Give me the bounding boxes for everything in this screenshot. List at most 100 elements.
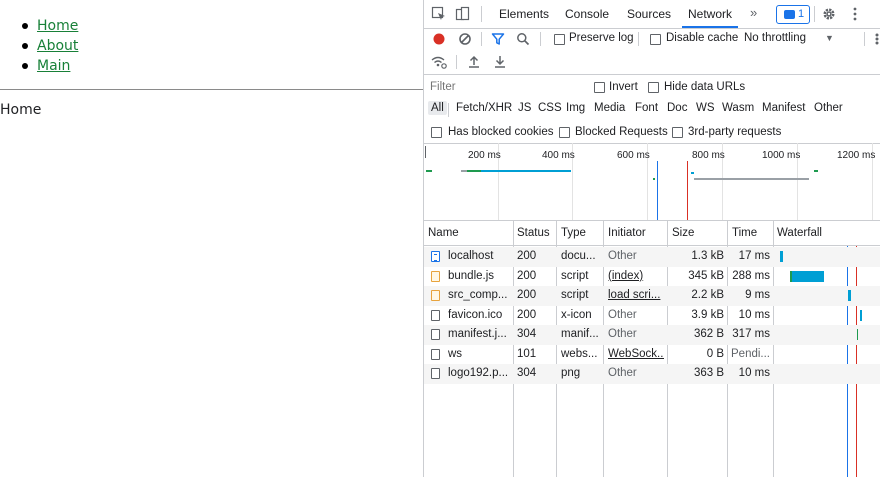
dom-content-loaded-line — [657, 161, 658, 220]
overview-bar — [814, 170, 818, 172]
type-filter-wasm[interactable]: Wasm — [722, 102, 754, 114]
nav-item-home: Home — [21, 16, 78, 36]
import-har-icon[interactable] — [468, 55, 480, 68]
search-icon[interactable] — [516, 32, 530, 46]
request-row[interactable]: src_comp... 200 script load scri... 2.2 kB 9 … — [424, 286, 880, 306]
nav-link-about[interactable]: About — [37, 38, 78, 54]
toolbar-separator-3 — [638, 32, 639, 46]
type-filter-ws[interactable]: WS — [696, 102, 715, 114]
request-row[interactable]: localhost 200 docu... Other 1.3 kB 17 ms — [424, 247, 880, 267]
request-initiator[interactable]: load scri... — [608, 289, 664, 301]
overview-bar — [467, 170, 481, 172]
request-row[interactable]: bundle.js 200 script (index) 345 kB 288 ms — [424, 267, 880, 287]
column-header-time[interactable]: Time — [732, 221, 757, 245]
blocked-cookies-checkbox[interactable] — [431, 127, 442, 138]
device-toolbar-icon[interactable] — [455, 6, 471, 22]
request-status: 304 — [517, 367, 537, 379]
file-icon — [431, 329, 440, 340]
type-separator — [448, 103, 449, 117]
issues-badge[interactable]: 1 — [776, 5, 810, 24]
wifi-settings-icon[interactable] — [431, 55, 447, 69]
throttling-select[interactable]: No throttling — [744, 32, 806, 44]
filter-funnel-icon[interactable] — [491, 32, 505, 46]
divider — [0, 89, 423, 90]
clear-icon[interactable] — [458, 32, 472, 46]
inspect-element-icon[interactable] — [431, 6, 447, 22]
type-filter-all[interactable]: All — [428, 101, 447, 115]
column-header-type[interactable]: Type — [561, 221, 586, 245]
record-icon[interactable] — [432, 32, 446, 46]
third-party-checkbox[interactable] — [672, 127, 683, 138]
type-filter-fetch-xhr[interactable]: Fetch/XHR — [456, 102, 512, 114]
column-header-status[interactable]: Status — [517, 221, 550, 245]
load-event-line — [687, 161, 688, 220]
request-initiator: Other — [608, 328, 637, 340]
request-status: 200 — [517, 289, 537, 301]
preserve-log-label: Preserve log — [569, 32, 634, 44]
request-time: 288 ms — [732, 269, 770, 282]
filter-input[interactable] — [428, 79, 582, 94]
kebab-menu-icon[interactable] — [847, 6, 863, 22]
request-name: favicon.ico — [448, 308, 503, 321]
type-filter-manifest[interactable]: Manifest — [762, 102, 805, 114]
overview-tick: 400 ms — [542, 150, 575, 161]
issues-count: 1 — [798, 8, 805, 20]
overview-bar — [653, 178, 655, 180]
request-name: localhost — [448, 250, 494, 262]
toolbar-separator-5 — [456, 55, 457, 69]
column-header-initiator[interactable]: Initiator — [608, 221, 646, 245]
request-initiator[interactable]: WebSock... — [608, 348, 664, 360]
request-status: 304 — [517, 328, 537, 340]
tab-console[interactable]: Console — [565, 7, 609, 21]
preserve-log-checkbox[interactable] — [554, 34, 565, 45]
filter-row: Invert Hide data URLs — [424, 75, 880, 99]
type-filter-font[interactable]: Font — [635, 102, 658, 114]
overview-bar — [426, 170, 432, 172]
request-size: 1.3 kB — [691, 250, 724, 262]
request-time: 10 ms — [738, 367, 770, 379]
more-tabs-icon[interactable]: » — [750, 5, 757, 20]
tab-network[interactable]: Network — [681, 7, 739, 28]
request-size: 2.2 kB — [691, 289, 724, 301]
type-filter-img[interactable]: Img — [566, 102, 585, 114]
request-row[interactable]: logo192.p... 304 png Other 363 B 10 ms — [424, 364, 880, 384]
network-overview[interactable]: 200 ms 400 ms 600 ms 800 ms 1000 ms 1200… — [424, 143, 880, 221]
disable-cache-checkbox[interactable] — [650, 34, 661, 45]
nav-link-home[interactable]: Home — [37, 18, 78, 34]
nav-item-about: About — [21, 36, 78, 56]
file-icon — [431, 348, 440, 360]
column-header-size[interactable]: Size — [672, 221, 694, 245]
request-row[interactable]: ws 101 webs... WebSock... 0 B Pendi... — [424, 345, 880, 365]
type-filter-other[interactable]: Other — [814, 102, 843, 114]
overview-tick: 600 ms — [617, 150, 650, 161]
nav-item-main: Main — [21, 56, 78, 76]
chevron-down-icon[interactable]: ▼ — [825, 33, 834, 43]
request-initiator[interactable]: (index) — [608, 270, 664, 282]
type-filter-js[interactable]: JS — [518, 102, 531, 114]
tab-elements[interactable]: Elements — [499, 7, 549, 21]
type-filter-doc[interactable]: Doc — [667, 102, 687, 114]
column-header-waterfall[interactable]: Waterfall — [777, 221, 822, 245]
network-conditions-icon[interactable] — [873, 33, 880, 45]
nav-link-main[interactable]: Main — [37, 58, 70, 74]
file-icon — [431, 368, 440, 379]
request-time: Pendi... — [731, 347, 770, 360]
nav-list: Home About Main — [21, 16, 78, 76]
disable-cache-label: Disable cache — [666, 32, 739, 44]
request-status: 200 — [517, 308, 537, 321]
request-initiator: Other — [608, 308, 637, 321]
request-time: 10 ms — [738, 308, 770, 321]
tab-sources[interactable]: Sources — [627, 7, 671, 21]
hide-data-urls-checkbox[interactable] — [648, 82, 659, 93]
resource-type-filter: All Fetch/XHR JS CSS Img Media Font Doc … — [424, 99, 880, 121]
invert-checkbox[interactable] — [594, 82, 605, 93]
request-row[interactable]: favicon.ico 200 x-icon Other 3.9 kB 10 ms — [424, 306, 880, 326]
type-filter-media[interactable]: Media — [594, 102, 625, 114]
type-filter-css[interactable]: CSS — [538, 102, 562, 114]
blocked-requests-checkbox[interactable] — [559, 127, 570, 138]
file-icon — [431, 309, 440, 321]
export-har-icon[interactable] — [494, 55, 506, 68]
request-row[interactable]: manifest.j... 304 manif... Other 362 B 317 ms — [424, 325, 880, 345]
gear-icon[interactable] — [821, 6, 837, 22]
column-header-name[interactable]: Name — [428, 221, 459, 245]
